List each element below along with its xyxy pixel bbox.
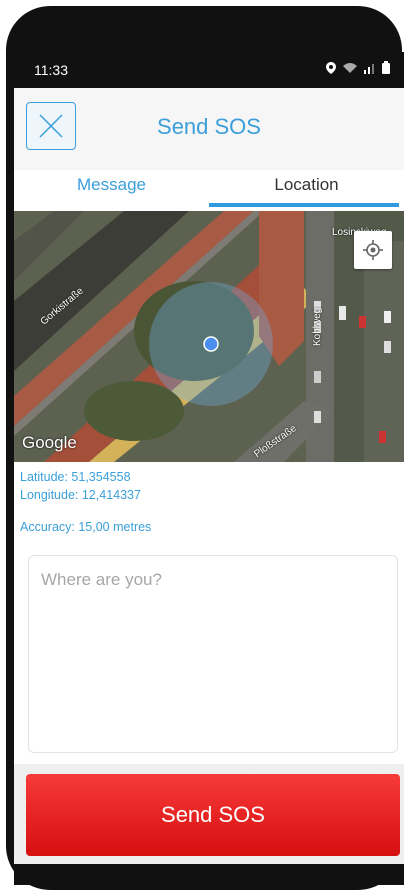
tab-message[interactable]: Message — [14, 170, 209, 210]
signal-icon — [364, 63, 374, 74]
accuracy-text: Accuracy: 15,00 metres — [20, 520, 152, 534]
google-logo: Google — [22, 433, 77, 452]
street-label-kohlweg: Kohlweg — [312, 307, 323, 346]
longitude-text: Longitude: 12,414337 — [20, 488, 141, 502]
satellite-map — [14, 211, 404, 462]
location-dot — [203, 336, 219, 352]
crosshair-icon — [363, 240, 383, 260]
phone-bottom-bezel — [14, 864, 404, 885]
battery-icon — [382, 61, 390, 74]
app-screen: 11:33 Send SOS Message Location Gorkistr… — [14, 52, 404, 885]
status-bar: 11:33 — [14, 52, 404, 88]
send-sos-button[interactable]: Send SOS — [26, 774, 400, 856]
status-icons — [326, 61, 390, 74]
tab-bar: Message Location — [14, 170, 404, 210]
wifi-icon — [343, 62, 357, 73]
page-title: Send SOS — [157, 114, 261, 139]
map-view[interactable]: Gorkistraße Kohlweg Ploßstraße Losinskiw… — [14, 211, 404, 462]
app-header: Send SOS — [14, 88, 404, 171]
message-input[interactable]: Where are you? — [28, 555, 398, 753]
status-time: 11:33 — [34, 62, 68, 78]
my-location-button[interactable] — [354, 231, 392, 269]
location-icon — [326, 61, 336, 74]
active-tab-indicator — [209, 203, 399, 207]
latitude-text: Latitude: 51,354558 — [20, 470, 131, 484]
